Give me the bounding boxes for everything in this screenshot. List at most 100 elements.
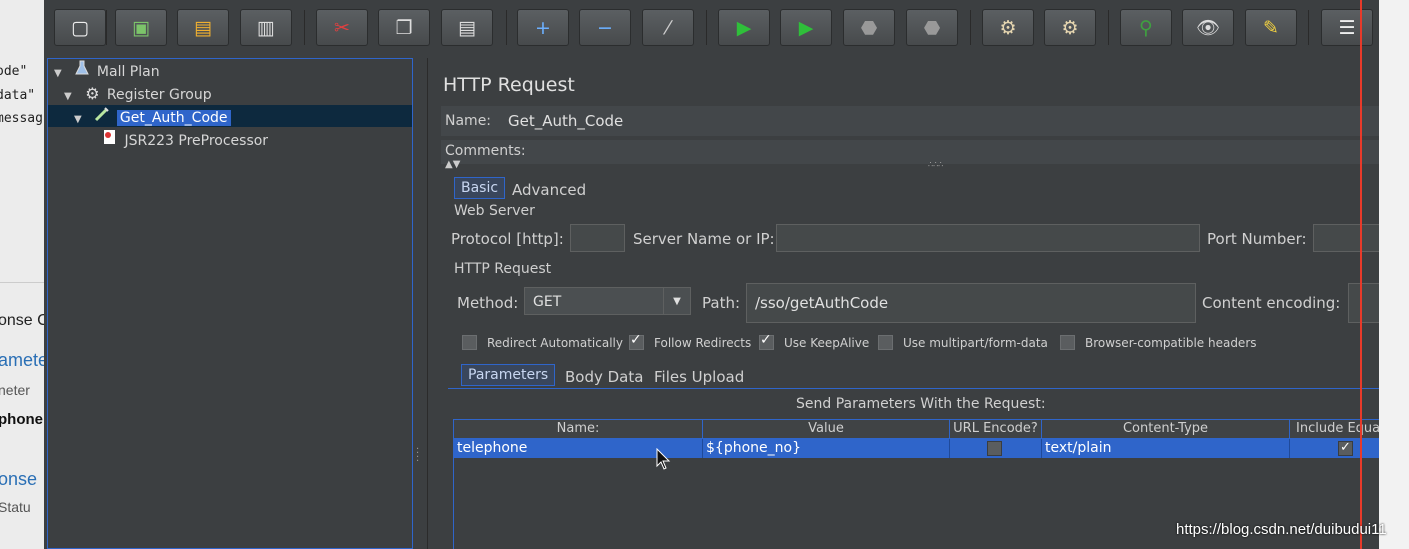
- splitter-grip-icon[interactable]: · · · ·: [416, 445, 419, 467]
- search-button[interactable]: ⚲: [1120, 9, 1172, 46]
- tab-files-upload[interactable]: Files Upload: [648, 366, 750, 388]
- checkbox-icon[interactable]: [629, 332, 644, 350]
- cell-content-type[interactable]: text/plain: [1042, 439, 1290, 458]
- templates-button[interactable]: ▣: [115, 9, 167, 46]
- function-helper-button[interactable]: ✎: [1245, 9, 1297, 46]
- path-input[interactable]: /sso/getAuthCode: [746, 283, 1196, 323]
- tree-item-label: Register Group: [106, 87, 212, 103]
- outside-area: [1379, 0, 1409, 549]
- tab-basic[interactable]: Basic: [454, 177, 506, 199]
- checkbox-icon[interactable]: [1060, 335, 1075, 350]
- tab-body-data[interactable]: Body Data: [559, 366, 649, 388]
- tab-advanced[interactable]: Advanced: [506, 179, 592, 201]
- comments-row: [441, 140, 1381, 164]
- column-header-content-type[interactable]: Content-Type: [1042, 420, 1290, 438]
- cell-url-encode[interactable]: [950, 439, 1042, 458]
- reset-search-button[interactable]: 👁: [1182, 9, 1234, 46]
- new-icon: ▢: [71, 16, 89, 39]
- column-header-include-equals[interactable]: Include Equal: [1290, 420, 1384, 438]
- copy-button[interactable]: ❐: [378, 9, 430, 46]
- start-button[interactable]: ▶: [718, 9, 770, 46]
- toolbar-separator: [506, 10, 507, 45]
- expand-button[interactable]: +: [517, 9, 569, 46]
- follow-redirects-checkbox[interactable]: Follow Redirects: [629, 332, 751, 350]
- open-button[interactable]: ▤: [177, 9, 229, 46]
- divider: [0, 282, 44, 283]
- checkbox-icon[interactable]: [878, 335, 893, 350]
- new-button[interactable]: ▢: [54, 9, 106, 46]
- server-input[interactable]: [776, 224, 1200, 252]
- port-input[interactable]: [1313, 224, 1383, 252]
- cell-value[interactable]: ${phone_no}: [703, 439, 950, 458]
- protocol-input[interactable]: [570, 224, 625, 252]
- text-fragment: phone: [0, 411, 43, 428]
- shutdown-button[interactable]: ⬣: [906, 9, 958, 46]
- tab-parameters[interactable]: Parameters: [461, 364, 556, 386]
- toolbar-separator: [1108, 10, 1109, 45]
- clear-all-button[interactable]: ⚙: [1044, 9, 1096, 46]
- collapse-button[interactable]: −: [579, 9, 631, 46]
- column-header-name[interactable]: Name:: [454, 420, 703, 438]
- text-fragment: onse: [0, 469, 38, 489]
- expand-arrow-icon[interactable]: ▼: [74, 109, 88, 130]
- web-server-heading: Web Server: [454, 203, 535, 219]
- pipette-icon: [92, 106, 112, 129]
- cut-button[interactable]: ✂: [316, 9, 368, 46]
- collapse-icon: −: [597, 16, 613, 39]
- cut-icon: ✂: [334, 16, 350, 39]
- code-fragment: data": [0, 88, 36, 103]
- name-field[interactable]: Get_Auth_Code: [508, 112, 623, 130]
- comments-label: Comments:: [445, 143, 526, 159]
- stop-button[interactable]: ⬣: [843, 9, 895, 46]
- test-plan-tree[interactable]: ▼ Mall Plan ▼ ⚙ Register Group ▼ Get_Aut…: [47, 58, 413, 549]
- text-fragment: onse C: [0, 312, 44, 329]
- params-caption: Send Parameters With the Request:: [796, 396, 1046, 412]
- checkbox-label: Use KeepAlive: [784, 335, 870, 350]
- paste-icon: ▤: [458, 16, 476, 39]
- checkbox-icon[interactable]: [759, 332, 774, 350]
- templates-icon: ▣: [132, 16, 150, 39]
- method-select[interactable]: GET ▼: [524, 287, 691, 315]
- tree-item-mall-plan[interactable]: ▼ Mall Plan: [54, 60, 160, 81]
- checkbox-icon[interactable]: [987, 441, 1002, 456]
- resize-grip-icon[interactable]: ∴∴∴: [928, 160, 943, 169]
- log-viewer-button[interactable]: ☰: [1321, 9, 1373, 46]
- use-keepalive-checkbox[interactable]: Use KeepAlive: [759, 332, 870, 350]
- checkbox-checked-icon[interactable]: ✓: [1338, 441, 1353, 456]
- multipart-checkbox[interactable]: Use multipart/form-data: [878, 335, 1048, 350]
- http-request-heading: HTTP Request: [454, 261, 552, 277]
- tree-item-get-auth-code[interactable]: ▼ Get_Auth_Code: [74, 106, 231, 127]
- column-header-value[interactable]: Value: [703, 420, 950, 438]
- server-label: Server Name or IP:: [633, 230, 775, 248]
- mouse-cursor-icon: [656, 448, 671, 470]
- reset-search-icon: 👁: [1195, 17, 1221, 39]
- expand-arrow-icon[interactable]: ▼: [54, 63, 68, 84]
- toggle-button[interactable]: ⁄: [642, 9, 694, 46]
- watermark-text: https://blog.csdn.net/duibudui11: [1176, 521, 1387, 538]
- tree-item-jsr223-preprocessor[interactable]: JSR223 PreProcessor: [100, 129, 268, 150]
- table-row[interactable]: telephone ${phone_no} text/plain ✓: [454, 439, 1382, 458]
- search-icon: ⚲: [1139, 16, 1153, 39]
- redirect-automatically-checkbox[interactable]: Redirect Automatically: [462, 335, 623, 350]
- clear-button[interactable]: ⚙: [982, 9, 1034, 46]
- browser-headers-checkbox[interactable]: Browser-compatible headers: [1060, 335, 1257, 350]
- http-request-panel: HTTP Request Name: Get_Auth_Code Comment…: [427, 58, 1384, 549]
- expand-icon: +: [535, 16, 551, 39]
- page-title: HTTP Request: [443, 74, 575, 96]
- toolbar-separator: [304, 10, 305, 45]
- collapse-arrows-icon[interactable]: ▲▼: [445, 159, 460, 170]
- shutdown-icon: ⬣: [923, 16, 941, 39]
- start-no-pauses-button[interactable]: ▶: [780, 9, 832, 46]
- cell-include-equals[interactable]: ✓: [1290, 439, 1384, 458]
- save-button[interactable]: ▥: [240, 9, 292, 46]
- expand-arrow-icon[interactable]: ▼: [64, 86, 78, 107]
- paste-button[interactable]: ▤: [441, 9, 493, 46]
- content-encoding-input[interactable]: [1348, 283, 1383, 323]
- flask-icon: [72, 60, 92, 83]
- pane-splitter[interactable]: [414, 58, 426, 549]
- text-fragment: neter: [0, 382, 30, 398]
- checkbox-icon[interactable]: [462, 335, 477, 350]
- chevron-down-icon[interactable]: ▼: [663, 288, 690, 314]
- tree-item-register-group[interactable]: ▼ ⚙ Register Group: [64, 83, 212, 104]
- column-header-url-encode[interactable]: URL Encode?: [950, 420, 1042, 438]
